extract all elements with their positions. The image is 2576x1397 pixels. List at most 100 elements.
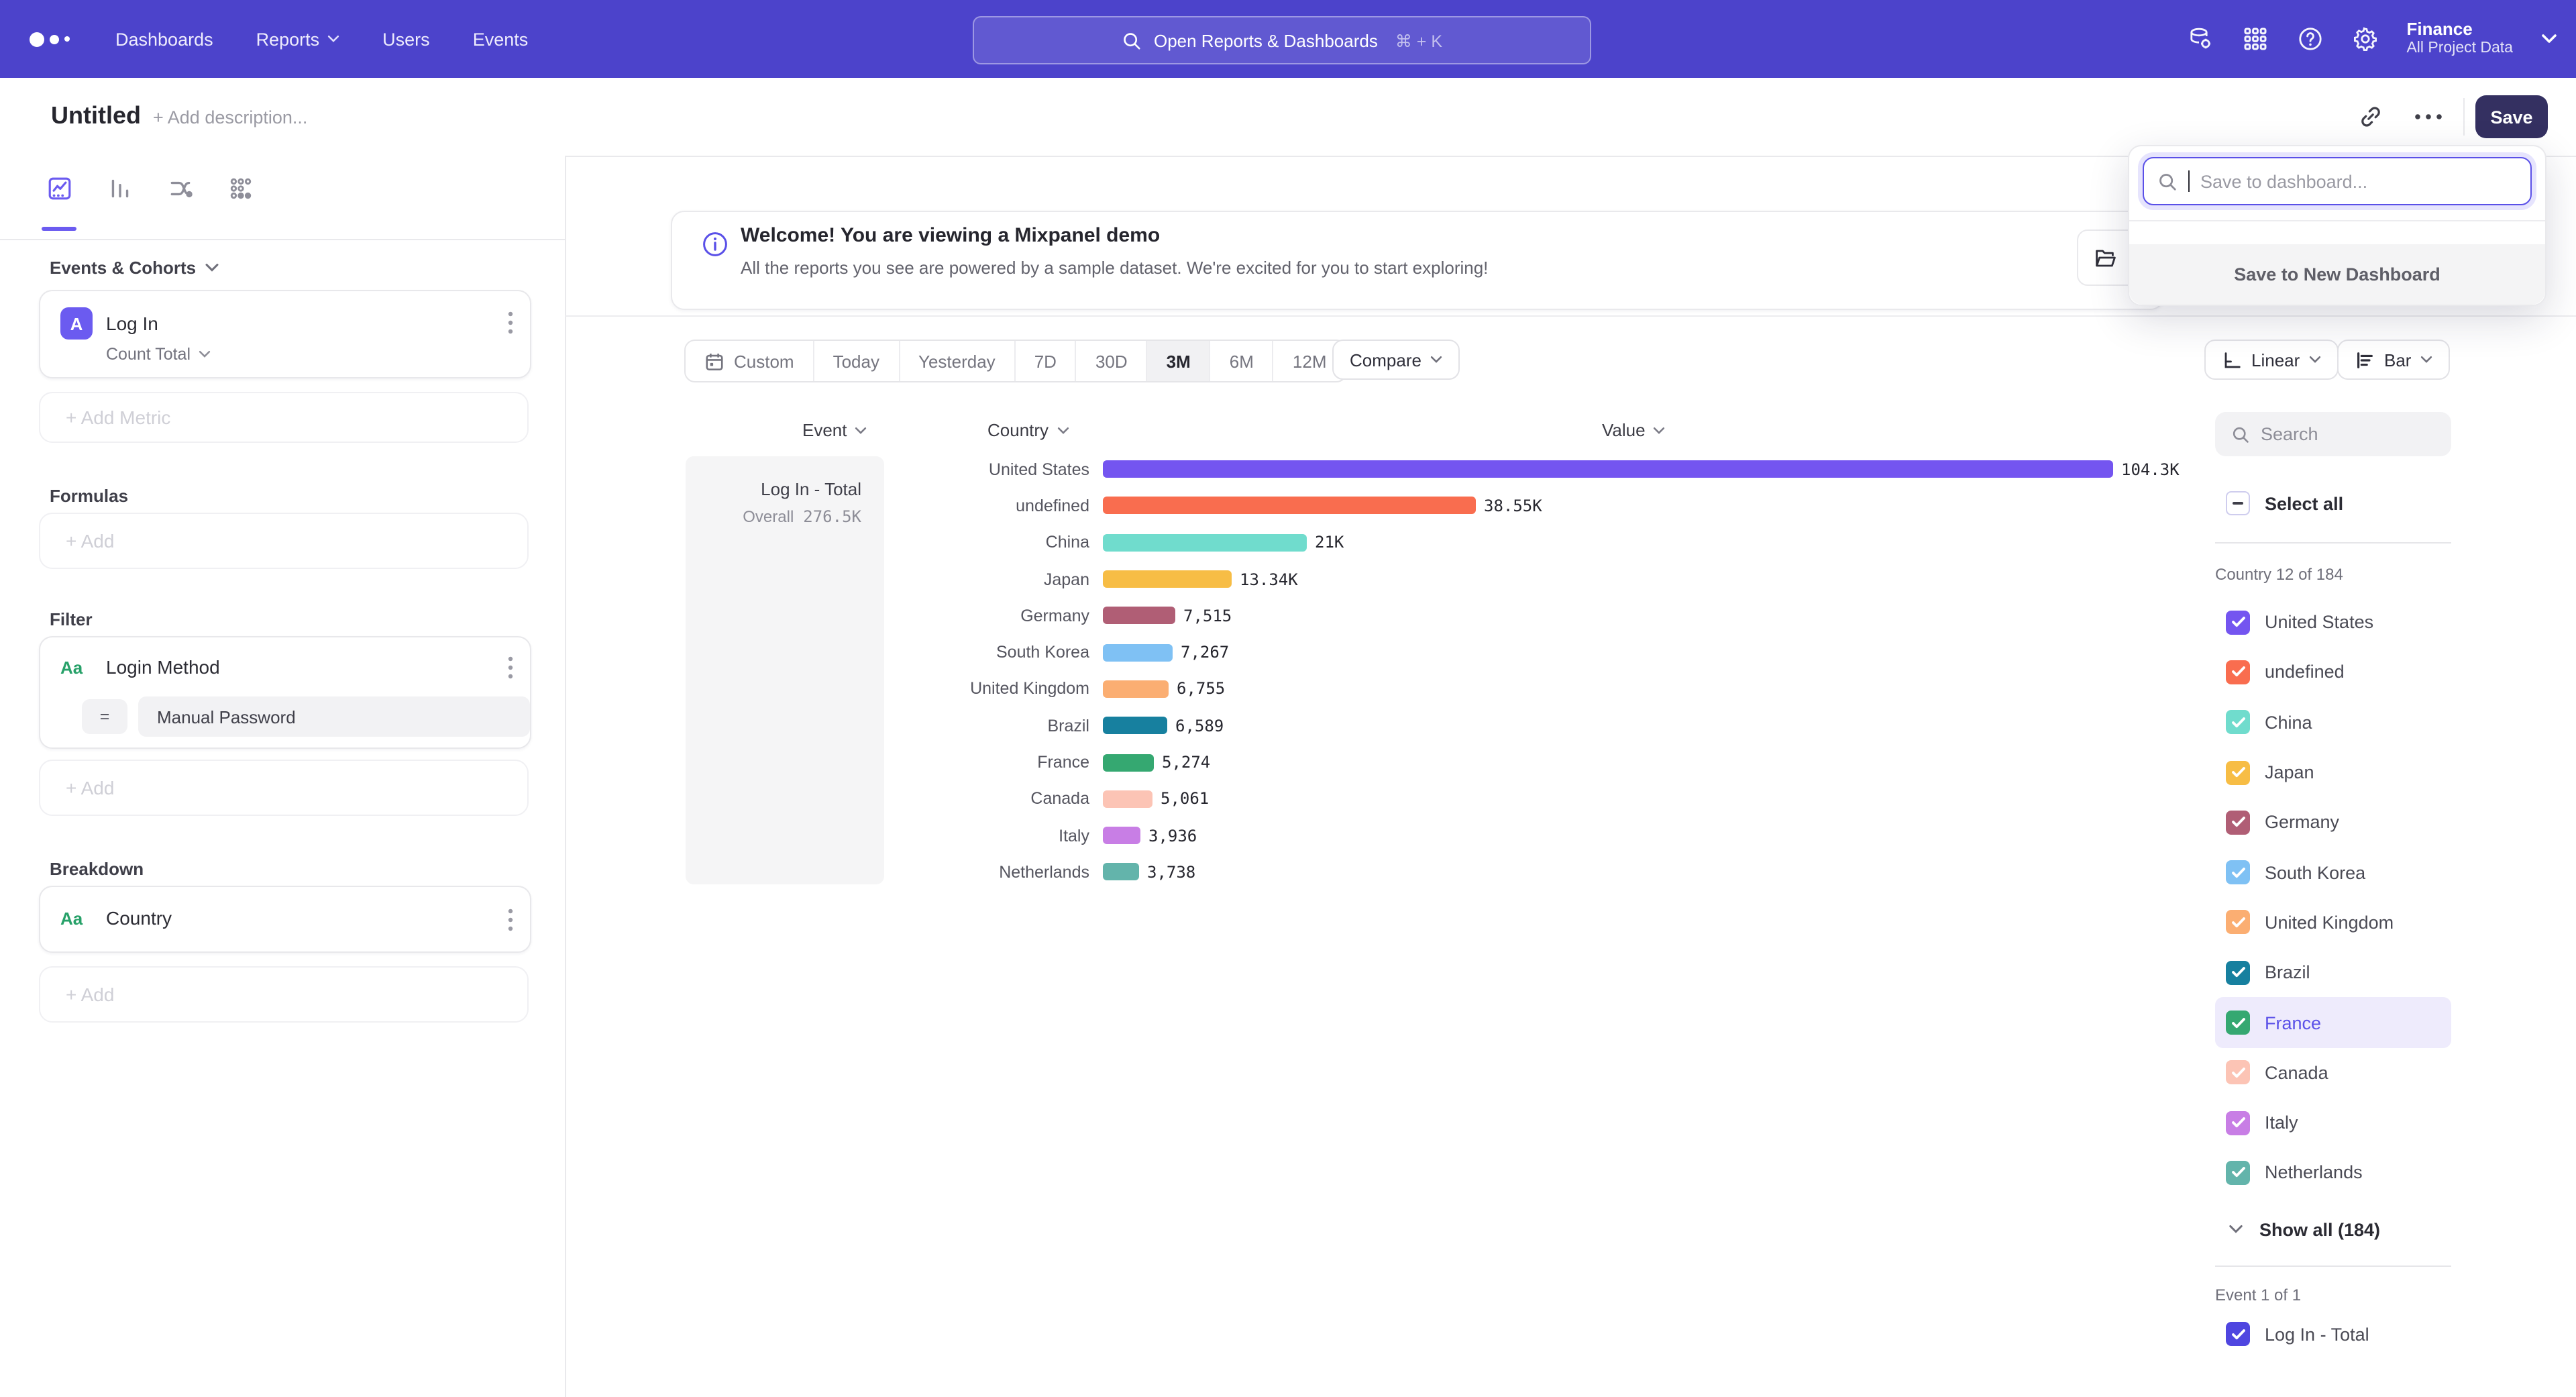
nav-item-users[interactable]: Users (382, 29, 430, 49)
add-formula-button[interactable]: + Add (39, 513, 529, 569)
checkbox[interactable] (2226, 1011, 2250, 1035)
help-icon[interactable] (2296, 25, 2323, 52)
select-all-row[interactable]: Select all (2215, 491, 2343, 515)
range-7d[interactable]: 7D (1014, 341, 1075, 381)
bar-row-italy: Italy3,936 (884, 817, 2226, 854)
legend-item-united-kingdom[interactable]: United Kingdom (2215, 898, 2451, 948)
range-3m[interactable]: 3M (1146, 341, 1210, 381)
save-button[interactable]: Save (2475, 95, 2548, 138)
tab-retention[interactable] (221, 169, 259, 207)
legend-item-netherlands[interactable]: Netherlands (2215, 1148, 2451, 1198)
project-switcher[interactable]: Finance All Project Data (2406, 20, 2513, 58)
tab-funnels[interactable] (101, 169, 138, 207)
legend-item-france[interactable]: France (2215, 998, 2451, 1048)
save-to-new-dashboard-button[interactable]: Save to New Dashboard (2129, 244, 2545, 305)
checkbox[interactable] (2226, 960, 2250, 984)
breakdown-name[interactable]: Country (106, 907, 172, 929)
legend-item-brazil[interactable]: Brazil (2215, 947, 2451, 998)
bar[interactable] (1103, 864, 1139, 881)
breakdown-kebab-icon[interactable] (507, 907, 514, 933)
legend-item-undefined[interactable]: undefined (2215, 648, 2451, 698)
bar[interactable] (1103, 790, 1152, 808)
metric-aggregation[interactable]: Count Total (106, 345, 211, 364)
nav-item-reports[interactable]: Reports (256, 29, 340, 49)
checkbox[interactable] (2226, 1161, 2250, 1185)
legend-item-canada[interactable]: Canada (2215, 1047, 2451, 1098)
legend-item-germany[interactable]: Germany (2215, 797, 2451, 847)
checkbox[interactable] (2226, 760, 2250, 784)
metric-kebab-icon[interactable] (507, 310, 514, 335)
series-cell[interactable]: Log In - Total Overall 276.5K (686, 456, 884, 884)
filter-operator[interactable]: = (82, 699, 127, 734)
project-chevron-down-icon[interactable] (2541, 34, 2557, 44)
column-header-event[interactable]: Event (802, 420, 867, 440)
legend-item-china[interactable]: China (2215, 697, 2451, 747)
data-management-icon[interactable] (2186, 25, 2213, 52)
legend-search-input[interactable]: Search (2215, 412, 2451, 456)
bar-category-label: Netherlands (884, 863, 1103, 882)
checkbox[interactable] (2226, 1110, 2250, 1135)
filter-card-login-method[interactable]: Aa Login Method = Manual Password (39, 636, 531, 749)
range-custom[interactable]: Custom (686, 341, 813, 381)
range-30d[interactable]: 30D (1075, 341, 1146, 381)
column-header-value[interactable]: Value (1602, 420, 1666, 440)
checkbox[interactable] (2226, 610, 2250, 634)
range-yesterday[interactable]: Yesterday (898, 341, 1014, 381)
bar[interactable] (1103, 497, 1476, 515)
bar[interactable] (1103, 754, 1154, 771)
tab-insights[interactable] (40, 169, 78, 207)
checkbox[interactable] (2226, 860, 2250, 884)
bar[interactable] (1103, 460, 2113, 478)
range-6m[interactable]: 6M (1210, 341, 1273, 381)
bar[interactable] (1103, 643, 1173, 661)
report-description-placeholder[interactable]: + Add description... (153, 107, 307, 127)
add-filter-button[interactable]: + Add (39, 760, 529, 816)
legend-item-united-states[interactable]: United States (2215, 597, 2451, 648)
show-all-button[interactable]: Show all (184) (2215, 1209, 2451, 1249)
checkbox[interactable] (2226, 710, 2250, 734)
breakdown-card-country[interactable]: Aa Country (39, 886, 531, 953)
mixpanel-logo-icon[interactable] (30, 32, 70, 46)
legend-item-log-in-total[interactable]: Log In - Total (2215, 1322, 2369, 1346)
metric-name[interactable]: Log In (106, 313, 158, 334)
global-search-button[interactable]: Open Reports & Dashboards ⌘ + K (973, 16, 1591, 64)
nav-item-dashboards[interactable]: Dashboards (115, 29, 213, 49)
filter-value[interactable]: Manual Password (138, 696, 530, 737)
settings-gear-icon[interactable] (2351, 25, 2378, 52)
report-title[interactable]: Untitled (51, 102, 141, 130)
filter-name[interactable]: Login Method (106, 656, 220, 678)
add-metric-button[interactable]: + Add Metric (39, 392, 529, 443)
checkbox[interactable] (2226, 1061, 2250, 1085)
range-today[interactable]: Today (813, 341, 898, 381)
check-icon (2231, 716, 2245, 728)
compare-button[interactable]: Compare (1332, 340, 1460, 380)
bar[interactable] (1103, 680, 1169, 698)
more-options-icon[interactable] (2414, 113, 2443, 121)
legend-item-japan[interactable]: Japan (2215, 747, 2451, 798)
checkbox[interactable] (2226, 1322, 2250, 1346)
tab-flows[interactable] (161, 169, 199, 207)
save-dashboard-search-input[interactable]: Save to dashboard... (2143, 157, 2532, 205)
filter-kebab-icon[interactable] (507, 655, 514, 680)
metrics-section-header[interactable]: Events & Cohorts (50, 258, 219, 278)
checkbox[interactable] (2226, 660, 2250, 684)
add-breakdown-button[interactable]: + Add (39, 966, 529, 1023)
bar[interactable] (1103, 570, 1232, 588)
nav-item-events[interactable]: Events (473, 29, 529, 49)
chart-type-button[interactable]: Bar (2337, 340, 2450, 380)
scale-selector-button[interactable]: Linear (2204, 340, 2339, 380)
apps-grid-icon[interactable] (2241, 25, 2268, 52)
filter-type-badge: Aa (60, 658, 83, 678)
copy-link-icon[interactable] (2357, 103, 2384, 130)
column-header-country[interactable]: Country (987, 420, 1069, 440)
select-all-checkbox[interactable] (2226, 491, 2250, 515)
checkbox[interactable] (2226, 811, 2250, 835)
bar[interactable] (1103, 717, 1167, 734)
bar[interactable] (1103, 827, 1140, 844)
metric-card-login[interactable]: A Log In Count Total (39, 290, 531, 378)
checkbox[interactable] (2226, 911, 2250, 935)
bar[interactable] (1103, 533, 1307, 551)
legend-item-italy[interactable]: Italy (2215, 1098, 2451, 1148)
bar[interactable] (1103, 607, 1175, 625)
legend-item-south-korea[interactable]: South Korea (2215, 847, 2451, 898)
